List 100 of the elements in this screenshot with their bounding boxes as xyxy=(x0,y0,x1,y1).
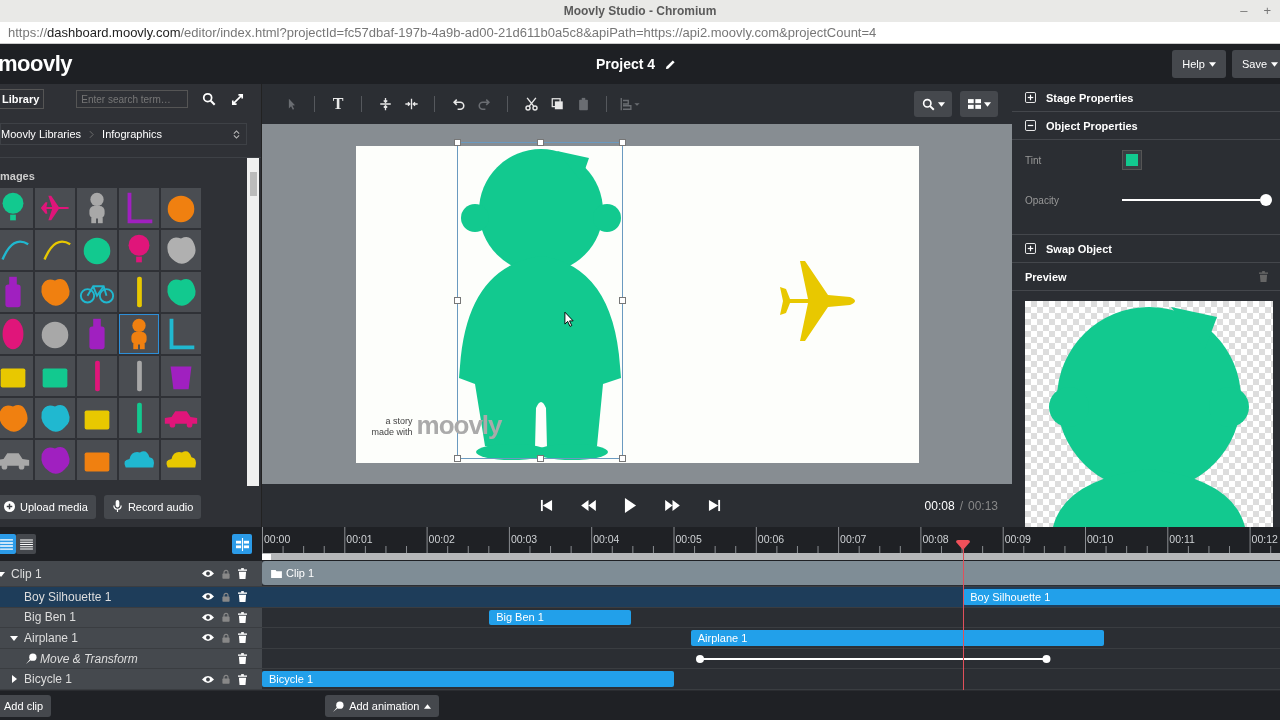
library-tile[interactable] xyxy=(77,188,117,228)
slider-thumb[interactable] xyxy=(1260,194,1272,206)
library-tile[interactable] xyxy=(119,230,159,270)
scissors-icon[interactable] xyxy=(523,97,539,111)
lock-icon[interactable] xyxy=(222,568,230,579)
copy-icon[interactable] xyxy=(549,97,565,111)
library-tile[interactable] xyxy=(35,440,75,480)
library-tile[interactable] xyxy=(77,314,117,354)
section-header[interactable]: Stage Properties xyxy=(1012,84,1280,112)
library-tile[interactable] xyxy=(161,314,201,354)
caret-icon[interactable] xyxy=(10,675,18,684)
library-tile[interactable] xyxy=(35,314,75,354)
library-tile[interactable] xyxy=(35,230,75,270)
expand-icon[interactable] xyxy=(230,91,246,107)
library-tile[interactable] xyxy=(0,398,33,438)
caret-icon[interactable] xyxy=(0,569,5,578)
trash-icon[interactable] xyxy=(238,673,247,685)
add-clip-button[interactable]: Add clip xyxy=(0,695,52,717)
animation-span[interactable] xyxy=(694,653,1052,664)
library-tile[interactable] xyxy=(0,314,33,354)
section-header[interactable]: Object Properties xyxy=(1012,112,1280,140)
time-ruler[interactable]: 00:00 00:01 00:02 00:03 00:04 00:05 00:06 00:07 00:08 00:09 00:10 00:11 00:12 xyxy=(262,527,1280,561)
library-tile[interactable] xyxy=(119,440,159,480)
library-tile[interactable] xyxy=(161,440,201,480)
library-tile[interactable] xyxy=(119,356,159,396)
library-tile[interactable] xyxy=(0,188,33,228)
playhead-handle[interactable] xyxy=(956,540,971,550)
section-header[interactable]: Swap Object xyxy=(1012,235,1280,263)
library-tile[interactable] xyxy=(119,272,159,312)
logo[interactable]: moovly xyxy=(0,51,73,77)
trash-icon[interactable] xyxy=(238,568,247,579)
layout-menu-button[interactable] xyxy=(960,91,998,117)
scrollbar[interactable] xyxy=(247,158,259,486)
undo-icon[interactable] xyxy=(450,97,466,111)
layer-row[interactable]: Move & Transform xyxy=(0,648,262,670)
library-tile[interactable] xyxy=(77,440,117,480)
library-tile[interactable] xyxy=(77,398,117,438)
pencil-icon[interactable] xyxy=(665,58,677,70)
align-vertical-icon[interactable] xyxy=(377,97,393,111)
record-button[interactable]: Record audio xyxy=(103,494,202,519)
eye-icon[interactable] xyxy=(202,674,214,684)
align-horizontal-icon[interactable] xyxy=(403,97,419,111)
search-icon[interactable] xyxy=(202,92,217,106)
library-tile[interactable] xyxy=(161,230,201,270)
library-tile[interactable] xyxy=(119,398,159,438)
library-tile[interactable] xyxy=(35,272,75,312)
library-tile[interactable] xyxy=(161,398,201,438)
lock-icon[interactable] xyxy=(222,674,230,685)
library-tile[interactable] xyxy=(35,356,75,396)
library-tile[interactable] xyxy=(161,356,201,396)
library-tile[interactable] xyxy=(0,272,33,312)
trash-icon[interactable] xyxy=(238,632,247,644)
library-tile[interactable] xyxy=(0,230,33,270)
text-tool[interactable]: T xyxy=(332,95,344,113)
skip-back-icon[interactable] xyxy=(539,499,553,512)
library-tile[interactable] xyxy=(77,356,117,396)
trash-icon[interactable] xyxy=(238,611,247,623)
color-swatch[interactable] xyxy=(1122,150,1142,170)
lock-icon[interactable] xyxy=(222,591,230,602)
caret-icon[interactable] xyxy=(10,634,18,642)
search-field[interactable]: Enter search term… xyxy=(76,90,189,108)
eye-icon[interactable] xyxy=(202,612,214,622)
fast-forward-icon[interactable] xyxy=(663,500,681,511)
layer-row[interactable]: Airplane 1 xyxy=(0,628,262,649)
list-view-button[interactable] xyxy=(16,534,36,554)
library-tile[interactable] xyxy=(119,314,159,354)
library-tile[interactable] xyxy=(0,440,33,480)
library-tile[interactable] xyxy=(35,398,75,438)
library-tile[interactable] xyxy=(0,356,33,396)
upload-button[interactable]: Upload media xyxy=(0,494,96,519)
layer-row[interactable]: Big Ben 1 xyxy=(0,607,262,629)
layer-row[interactable]: Clip 1 xyxy=(0,561,262,587)
trash-icon[interactable] xyxy=(238,591,247,603)
library-tile[interactable] xyxy=(35,188,75,228)
lock-icon[interactable] xyxy=(222,612,230,623)
trash-icon[interactable] xyxy=(238,653,247,665)
help-button[interactable]: Help xyxy=(1172,50,1226,78)
add-animation-button[interactable]: Add animation xyxy=(325,695,440,717)
library-tile[interactable] xyxy=(77,272,117,312)
save-button[interactable]: Save xyxy=(1231,50,1280,78)
zoom-menu-button[interactable] xyxy=(914,91,952,117)
library-tile[interactable] xyxy=(77,230,117,270)
rewind-icon[interactable] xyxy=(579,500,597,511)
maximize-button[interactable]: + xyxy=(1258,2,1276,20)
minimize-button[interactable]: – xyxy=(1235,2,1253,20)
eye-icon[interactable] xyxy=(202,633,214,643)
library-tile[interactable] xyxy=(119,188,159,228)
lock-icon[interactable] xyxy=(222,633,230,643)
library-dropdown[interactable]: Moovly Libraries Infographics xyxy=(0,123,247,145)
library-tab[interactable]: Library xyxy=(0,89,45,109)
layer-row[interactable]: Bicycle 1 xyxy=(0,669,262,690)
layer-row[interactable]: Boy Silhouette 1 xyxy=(0,587,262,608)
scrub-handle[interactable] xyxy=(262,554,271,560)
eye-icon[interactable] xyxy=(202,592,214,602)
snap-button[interactable] xyxy=(232,534,252,554)
library-tile[interactable] xyxy=(161,272,201,312)
play-icon[interactable] xyxy=(623,498,637,513)
library-tile[interactable] xyxy=(161,188,201,228)
skip-forward-icon[interactable] xyxy=(707,499,721,512)
eye-icon[interactable] xyxy=(202,569,214,578)
